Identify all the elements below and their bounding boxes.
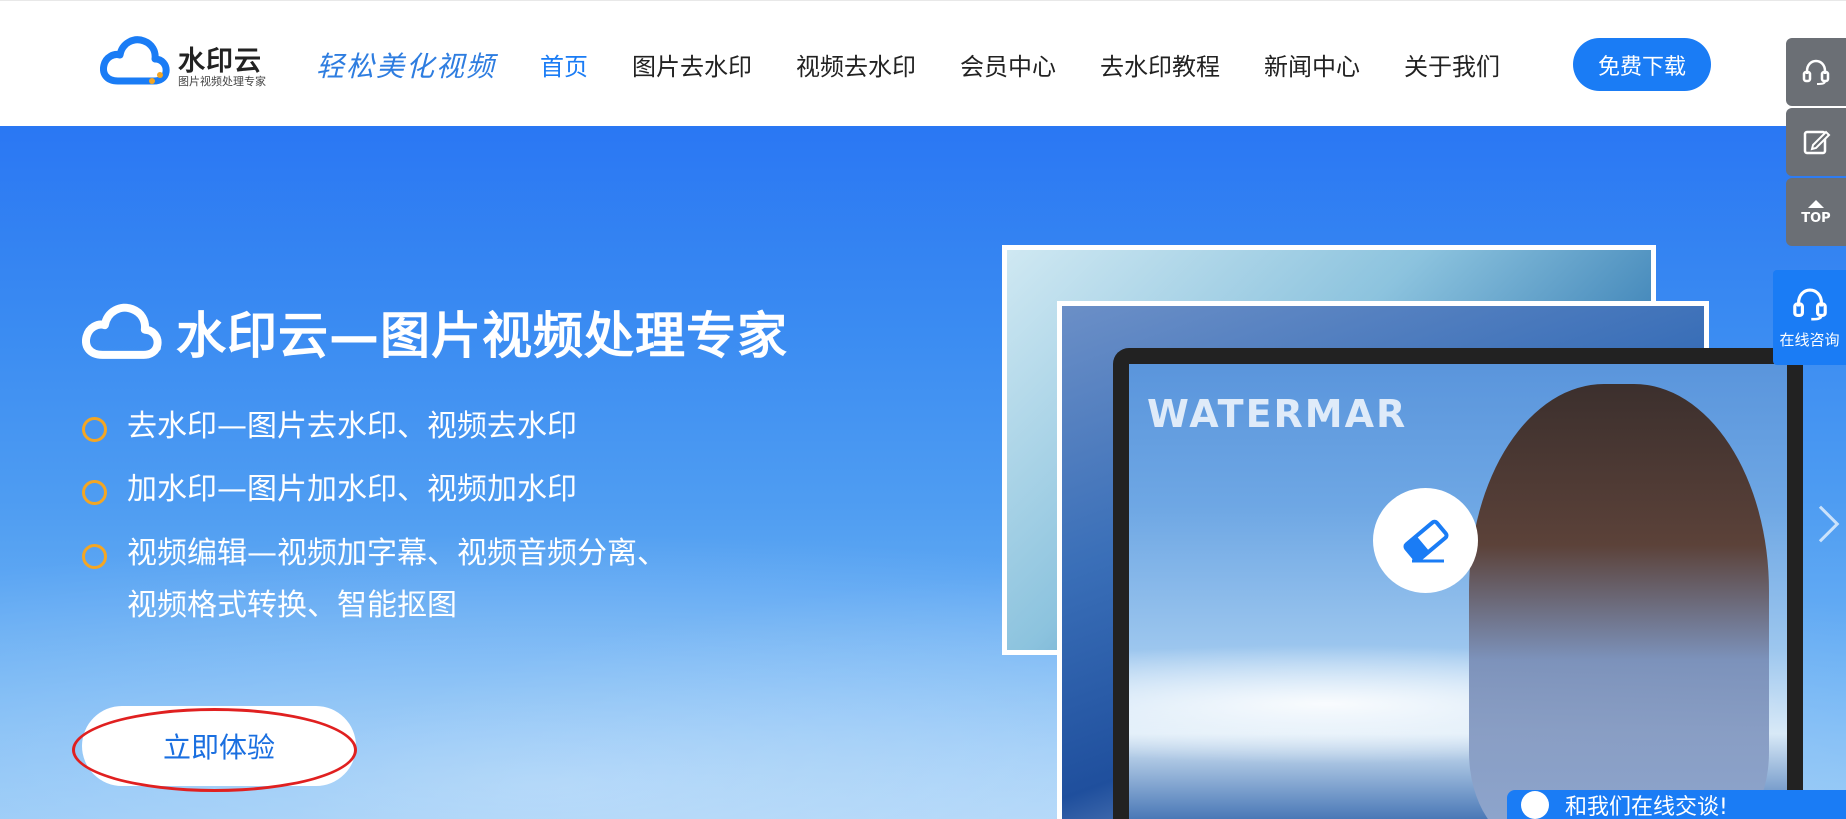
online-chat-bar[interactable]: 和我们在线交谈! <box>1507 790 1846 819</box>
hero-title-text: 水印云—图片视频处理专家 <box>176 307 788 365</box>
free-download-button[interactable]: 免费下载 <box>1573 38 1711 91</box>
nav-item-tutorial[interactable]: 去水印教程 <box>1100 47 1220 82</box>
feature-text: 加水印—图片加水印、视频加水印 <box>127 472 577 507</box>
circle-bullet-icon <box>82 417 107 442</box>
feature-text: 视频编辑—视频加字幕、视频音频分离、 视频格式转换、智能抠图 <box>127 528 667 632</box>
feature-line: 视频格式转换、智能抠图 <box>127 588 457 623</box>
consult-label: 在线咨询 <box>1779 331 1840 349</box>
slogan: 轻松美化视频 <box>316 50 497 83</box>
laptop-mockup: WATERMAR <box>1113 348 1803 819</box>
nav-item-about[interactable]: 关于我们 <box>1404 47 1500 82</box>
circle-bullet-icon <box>82 480 107 505</box>
arrow-up-icon <box>1808 199 1824 208</box>
feature-text: 去水印—图片去水印、视频去水印 <box>127 409 577 444</box>
eraser-icon <box>1402 519 1449 562</box>
main-nav: 首页 图片去水印 视频去水印 会员中心 去水印教程 新闻中心 关于我们 <box>540 47 1544 82</box>
feedback-button[interactable] <box>1786 108 1846 176</box>
top-label: TOP <box>1801 210 1831 226</box>
logo[interactable]: 水印云 图片视频处理专家 <box>100 33 270 93</box>
cloud-logo-icon <box>100 36 170 85</box>
nav-item-image-remove[interactable]: 图片去水印 <box>632 47 752 82</box>
hero-title: 水印云—图片视频处理专家 <box>82 296 788 368</box>
nav-item-member[interactable]: 会员中心 <box>960 47 1056 82</box>
headset-icon <box>1802 59 1830 85</box>
feature-item: 加水印—图片加水印、视频加水印 <box>82 472 577 516</box>
customer-service-button[interactable] <box>1786 38 1846 106</box>
logo-subtitle: 图片视频处理专家 <box>178 75 266 88</box>
online-consult-button[interactable]: 在线咨询 <box>1773 270 1846 365</box>
edit-icon <box>1803 130 1831 155</box>
chat-label: 和我们在线交谈! <box>1565 794 1728 819</box>
hero-banner: 水印云—图片视频处理专家 去水印—图片去水印、视频去水印 加水印—图片加水印、视… <box>0 126 1846 819</box>
circle-bullet-icon <box>82 544 107 569</box>
chevron-right-icon[interactable] <box>1802 505 1840 543</box>
headset-icon <box>1792 288 1827 321</box>
laptop-screen: WATERMAR <box>1129 364 1787 819</box>
chat-icon <box>1521 790 1549 819</box>
nav-item-video-remove[interactable]: 视频去水印 <box>796 47 916 82</box>
nav-item-home[interactable]: 首页 <box>540 47 588 82</box>
watermark-text: WATERMAR <box>1147 392 1408 436</box>
feature-line: 视频编辑—视频加字幕、视频音频分离、 <box>127 536 667 571</box>
try-now-button[interactable]: 立即体验 <box>82 706 356 786</box>
cloud-logo-icon <box>82 303 162 359</box>
nav-item-news[interactable]: 新闻中心 <box>1264 47 1360 82</box>
woman-photo <box>1469 384 1769 819</box>
eraser-badge <box>1373 488 1478 593</box>
site-header: 水印云 图片视频处理专家 轻松美化视频 首页 图片去水印 视频去水印 会员中心 … <box>0 0 1846 126</box>
feature-item: 去水印—图片去水印、视频去水印 <box>82 409 577 453</box>
back-to-top-button[interactable]: TOP <box>1786 178 1846 246</box>
feature-item: 视频编辑—视频加字幕、视频音频分离、 视频格式转换、智能抠图 <box>82 536 667 632</box>
